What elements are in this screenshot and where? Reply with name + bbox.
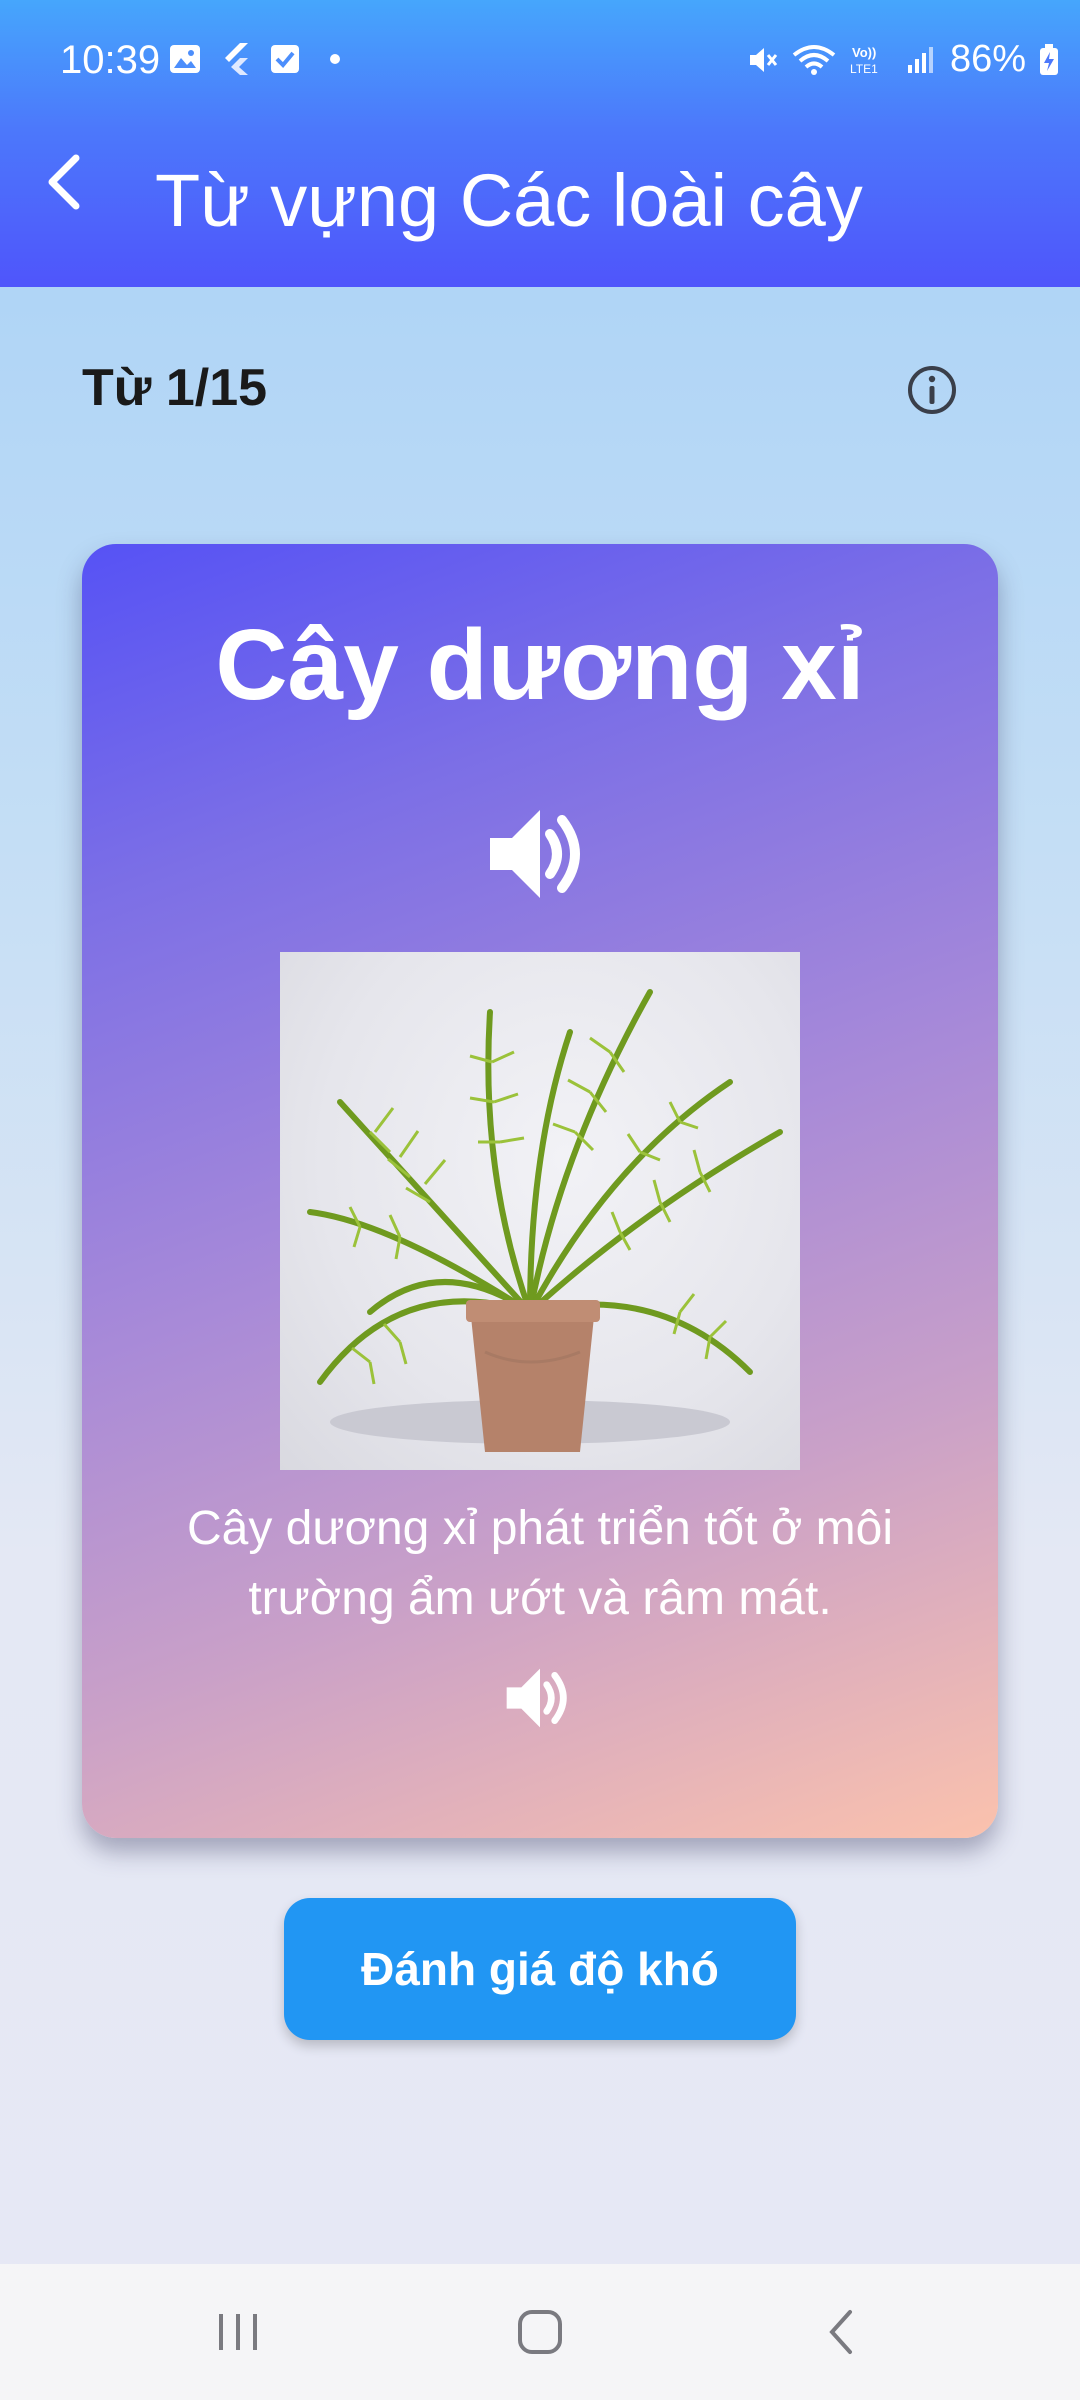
flashcard[interactable]: Cây dương xỉ Cây dương xỉ phát triển tốt… <box>82 544 998 1838</box>
status-time: 10:39 <box>60 38 161 82</box>
speaker-icon <box>490 810 580 898</box>
volte-icon: Vo)) LTE1 <box>848 43 892 77</box>
battery-percent: 86% <box>949 38 1026 80</box>
status-bar: 10:39 Vo)) LTE1 86% <box>0 0 1080 120</box>
recent-apps-button[interactable] <box>193 2292 283 2372</box>
page-title: Từ vựng Các loài cây <box>155 159 863 242</box>
info-button[interactable] <box>900 360 964 424</box>
vocab-word: Cây dương xỉ <box>215 609 865 721</box>
home-button[interactable] <box>495 2292 585 2372</box>
speaker-icon <box>506 1668 567 1728</box>
word-progress: Từ 1/15 <box>82 359 268 417</box>
dot-icon <box>318 42 352 76</box>
top-header: 10:39 Vo)) LTE1 86% Từ vựng Các loài cây <box>0 0 1080 287</box>
info-icon <box>906 364 958 421</box>
rate-difficulty-button[interactable]: Đánh giá độ khó <box>284 1898 796 2040</box>
system-nav-bar <box>0 2264 1080 2400</box>
check-icon <box>268 42 302 76</box>
status-right-icons: Vo)) LTE1 86% <box>746 38 1060 81</box>
wifi-icon <box>792 43 836 77</box>
signal-icon <box>904 43 938 77</box>
back-nav-icon <box>829 2310 852 2354</box>
gallery-icon <box>168 42 202 76</box>
flutter-icon <box>218 42 252 76</box>
chevron-left-icon <box>42 152 86 217</box>
status-left-icons <box>168 42 352 76</box>
example-speaker-button[interactable] <box>504 1662 576 1734</box>
mute-icon <box>746 43 780 77</box>
back-button[interactable] <box>24 144 104 224</box>
fern-image <box>280 952 800 1470</box>
back-nav-button[interactable] <box>797 2292 887 2372</box>
recent-apps-icon <box>219 2314 257 2350</box>
svg-text:LTE1: LTE1 <box>850 62 878 76</box>
example-sentence: Cây dương xỉ phát triển tốt ở môi trường… <box>186 1502 894 1625</box>
home-icon <box>518 2310 562 2354</box>
battery-icon <box>1038 43 1060 77</box>
word-speaker-button[interactable] <box>486 800 594 908</box>
app-bar: Từ vựng Các loài cây <box>0 120 1080 287</box>
svg-text:Vo)): Vo)) <box>852 45 876 60</box>
